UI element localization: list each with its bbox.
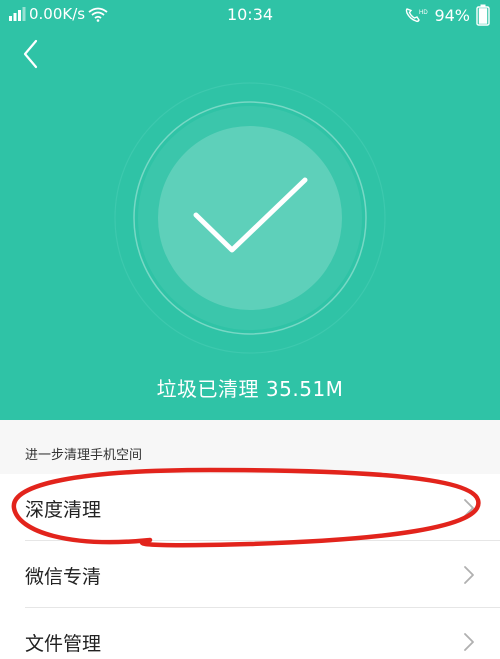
battery-percent: 94% [434, 5, 470, 25]
chevron-right-icon [464, 499, 474, 517]
status-bar: 0.00K/s 10:34 HD 94% [0, 0, 500, 30]
list-item-deep-clean[interactable]: 深度清理 [25, 474, 500, 541]
battery-icon [476, 4, 490, 26]
hd-call-icon: HD [406, 8, 428, 23]
list-item-label: 深度清理 [25, 499, 102, 521]
list-item-wechat-clean[interactable]: 微信专清 [25, 541, 500, 608]
list-item-file-management[interactable]: 文件管理 [25, 608, 500, 659]
app-screen: 0.00K/s 10:34 HD 94% 垃圾已清理 35.51M 进一步清理手… [0, 0, 500, 659]
svg-text:HD: HD [419, 10, 428, 16]
section-title: 进一步清理手机空间 [25, 448, 143, 463]
cleanup-result-text: 垃圾已清理 35.51M [156, 377, 344, 401]
result-graphic [114, 82, 386, 354]
cleanup-result-header: 0.00K/s 10:34 HD 94% 垃圾已清理 35.51M [0, 0, 500, 420]
back-button[interactable] [18, 36, 46, 72]
chevron-right-icon [464, 566, 474, 584]
status-right: HD 94% [404, 4, 490, 26]
list-item-label: 文件管理 [25, 633, 102, 655]
cleanup-options-list: 深度清理 微信专清 文件管理 [0, 474, 500, 659]
list-item-label: 微信专清 [25, 566, 102, 588]
chevron-right-icon [464, 633, 474, 651]
chevron-left-icon [23, 39, 38, 69]
